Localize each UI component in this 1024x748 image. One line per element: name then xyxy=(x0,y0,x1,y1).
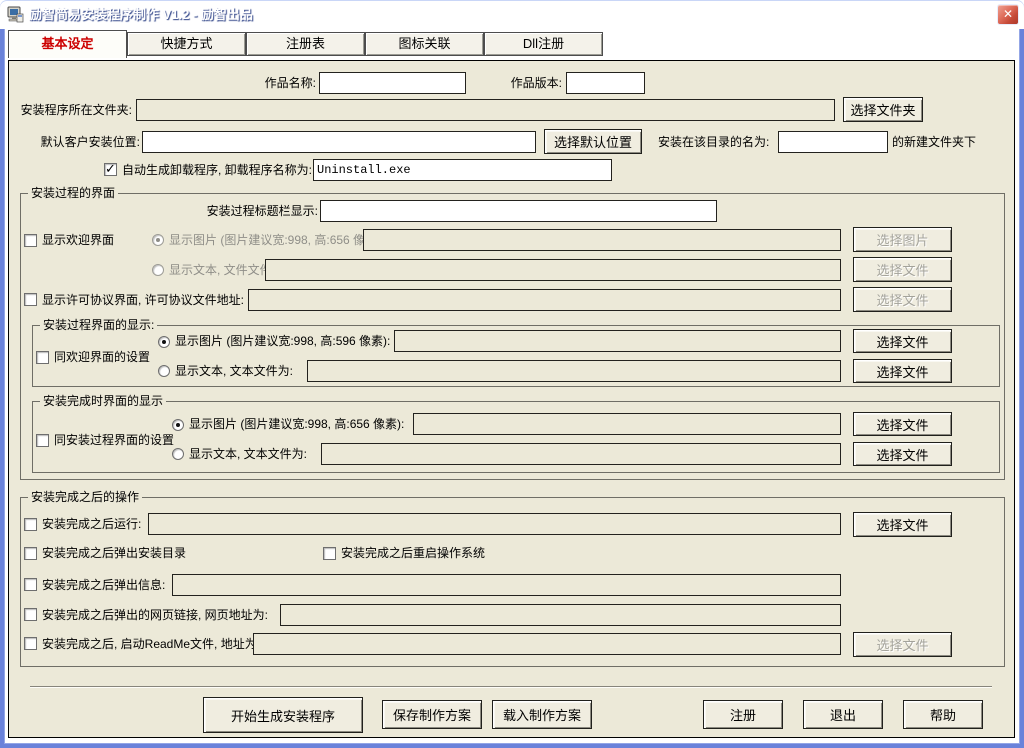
exit-button[interactable]: 退出 xyxy=(803,700,883,729)
readme-checkbox[interactable] xyxy=(24,637,37,650)
auto-uninstall-label: 自动生成卸载程序, 卸载程序名称为: xyxy=(122,159,312,181)
same-as-process-label: 同安装过程界面的设置 xyxy=(54,429,174,451)
tab-registry[interactable]: 注册表 xyxy=(246,32,365,56)
window-title: 励智简易安装程序制作 V1.2 - 励智出品 xyxy=(29,0,253,29)
choose-folder-button[interactable]: 选择文件夹 xyxy=(843,97,923,122)
run-after-input xyxy=(148,513,841,535)
tab-shortcuts[interactable]: 快捷方式 xyxy=(127,32,246,56)
welcome-picture-input xyxy=(363,229,841,251)
load-plan-button[interactable]: 载入制作方案 xyxy=(492,700,592,729)
process-titlebar-input[interactable] xyxy=(320,200,717,222)
license-file-input xyxy=(248,289,841,311)
product-version-label: 作品版本: xyxy=(496,72,562,94)
weblink-label: 安装完成之后弹出的网页链接, 网页地址为: xyxy=(42,604,268,626)
check-icon: ✓ xyxy=(105,161,116,176)
title-bar: 励智简易安装程序制作 V1.2 - 励智出品 ✕ xyxy=(0,0,1024,30)
choose-picture-button: 选择图片 xyxy=(853,227,952,252)
help-button[interactable]: 帮助 xyxy=(903,700,983,729)
welcome-choose-file-button: 选择文件 xyxy=(853,257,952,282)
default-location-input[interactable] xyxy=(142,131,536,153)
generate-installer-button[interactable]: 开始生成安装程序 xyxy=(203,697,363,733)
process-picture-radio[interactable] xyxy=(158,336,170,348)
run-after-choose-file-button[interactable]: 选择文件 xyxy=(853,512,952,537)
show-welcome-label: 显示欢迎界面 xyxy=(42,229,114,251)
show-welcome-checkbox[interactable] xyxy=(24,234,37,247)
register-button[interactable]: 注册 xyxy=(703,700,783,729)
uninstall-name-input[interactable] xyxy=(313,159,612,181)
readme-input xyxy=(253,633,841,655)
dir-name-input[interactable] xyxy=(778,131,888,153)
process-picture-label: 显示图片 (图片建议宽:998, 高:596 像素): xyxy=(175,330,390,352)
process-text-choose-file-button[interactable]: 选择文件 xyxy=(853,359,952,383)
process-picture-input xyxy=(394,330,841,352)
choose-default-location-button[interactable]: 选择默认位置 xyxy=(544,129,642,154)
footer-separator xyxy=(30,686,992,688)
product-name-input[interactable] xyxy=(319,72,466,94)
process-ui-group-title: 安装过程的界面 xyxy=(28,185,118,201)
installer-folder-label: 安装程序所在文件夹: xyxy=(8,99,132,121)
app-icon xyxy=(7,6,24,23)
process-picture-choose-file-button[interactable]: 选择文件 xyxy=(853,329,952,353)
tab-dll-register[interactable]: Dll注册 xyxy=(484,32,603,56)
welcome-text-input xyxy=(265,259,841,281)
default-location-label: 默认客户安装位置: xyxy=(28,131,140,153)
license-choose-file-button: 选择文件 xyxy=(853,287,952,312)
process-text-label: 显示文本, 文本文件为: xyxy=(175,360,293,382)
same-as-welcome-checkbox[interactable] xyxy=(36,351,49,364)
finish-picture-label: 显示图片 (图片建议宽:998, 高:656 像素): xyxy=(189,413,404,435)
weblink-input xyxy=(280,604,841,626)
open-dir-checkbox[interactable] xyxy=(24,547,37,560)
close-button[interactable]: ✕ xyxy=(997,4,1019,25)
welcome-picture-radio xyxy=(152,234,164,246)
process-titlebar-label: 安装过程标题栏显示: xyxy=(190,200,318,222)
finish-picture-choose-file-button[interactable]: 选择文件 xyxy=(853,412,952,436)
show-license-checkbox[interactable] xyxy=(24,293,37,306)
readme-choose-file-button: 选择文件 xyxy=(853,632,952,657)
finish-text-input xyxy=(321,443,841,465)
show-license-label: 显示许可协议界面, 许可协议文件地址: xyxy=(42,289,244,311)
finish-text-choose-file-button[interactable]: 选择文件 xyxy=(853,442,952,466)
product-name-label: 作品名称: xyxy=(244,72,316,94)
app-window: 励智简易安装程序制作 V1.2 - 励智出品 ✕ 基本设定 快捷方式 注册表 图… xyxy=(0,0,1024,748)
finish-text-radio[interactable] xyxy=(172,448,184,460)
run-after-label: 安装完成之后运行: xyxy=(42,513,141,535)
popup-message-label: 安装完成之后弹出信息: xyxy=(42,574,165,596)
installer-folder-input xyxy=(136,99,835,121)
process-display-group-title: 安装过程界面的显示: xyxy=(40,317,157,333)
popup-message-input xyxy=(172,574,841,596)
same-as-welcome-label: 同欢迎界面的设置 xyxy=(54,346,150,368)
popup-message-checkbox[interactable] xyxy=(24,578,37,591)
run-after-checkbox[interactable] xyxy=(24,518,37,531)
auto-uninstall-checkbox[interactable]: ✓ xyxy=(104,163,117,176)
tab-icon-association[interactable]: 图标关联 xyxy=(365,32,484,56)
weblink-checkbox[interactable] xyxy=(24,608,37,621)
process-text-input xyxy=(307,360,841,382)
open-dir-label: 安装完成之后弹出安装目录 xyxy=(42,542,186,564)
reboot-label: 安装完成之后重启操作系统 xyxy=(341,542,485,564)
welcome-text-radio xyxy=(152,264,164,276)
same-as-process-checkbox[interactable] xyxy=(36,434,49,447)
process-text-radio[interactable] xyxy=(158,365,170,377)
welcome-picture-label: 显示图片 (图片建议宽:998, 高:656 像素): xyxy=(169,229,384,251)
product-version-input[interactable] xyxy=(566,72,645,94)
save-plan-button[interactable]: 保存制作方案 xyxy=(382,700,482,729)
dir-name-label: 安装在该目录的名为: xyxy=(658,131,769,153)
finish-display-group-title: 安装完成时界面的显示 xyxy=(40,393,166,409)
tab-basic-settings[interactable]: 基本设定 xyxy=(8,30,127,58)
after-install-group-title: 安装完成之后的操作 xyxy=(28,489,142,505)
dir-name-suffix-label: 的新建文件夹下 xyxy=(892,131,976,153)
readme-label: 安装完成之后, 启动ReadMe文件, 地址为: xyxy=(42,633,260,655)
reboot-checkbox[interactable] xyxy=(323,547,336,560)
finish-picture-input xyxy=(413,413,841,435)
finish-text-label: 显示文本, 文本文件为: xyxy=(189,443,307,465)
